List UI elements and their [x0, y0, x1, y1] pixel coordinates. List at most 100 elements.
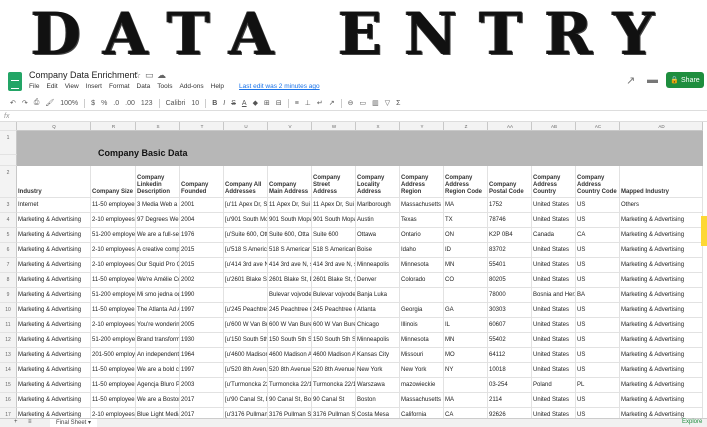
menu-data[interactable]: Data [137, 83, 151, 90]
table-cell[interactable]: Boston [356, 393, 400, 408]
table-cell[interactable]: Marlborough [356, 198, 400, 213]
table-cell[interactable]: 2015 [180, 258, 224, 273]
table-cell[interactable]: PL [576, 378, 620, 393]
menu-file[interactable]: File [29, 83, 39, 90]
increase-decimal-button[interactable]: .00 [125, 100, 135, 107]
table-cell[interactable]: K2P 0B4 [488, 228, 532, 243]
redo-icon[interactable]: ↷ [22, 99, 28, 107]
table-cell[interactable]: The Atlanta Ad A [136, 303, 180, 318]
functions-icon[interactable]: Σ [396, 100, 400, 107]
column-letter[interactable]: U [224, 122, 268, 131]
table-cell[interactable]: Chicago [356, 318, 400, 333]
table-cell[interactable]: We are a Boston [136, 393, 180, 408]
table-cell[interactable]: 2001 [180, 198, 224, 213]
table-cell[interactable]: US [576, 318, 620, 333]
table-cell[interactable] [224, 131, 268, 155]
table-cell[interactable] [268, 131, 312, 155]
table-cell[interactable]: 90 Canal St [312, 393, 356, 408]
table-cell[interactable]: 1930 [180, 333, 224, 348]
table-cell[interactable]: Boise [356, 243, 400, 258]
table-cell[interactable]: US [576, 198, 620, 213]
table-cell[interactable]: United States [532, 273, 576, 288]
table-cell[interactable]: 1976 [180, 228, 224, 243]
table-cell[interactable]: Bulevar vojvode [312, 288, 356, 303]
table-cell[interactable]: 11-50 employees [91, 378, 136, 393]
column-header-cell[interactable]: Mapped Industry [620, 166, 703, 198]
table-cell[interactable]: 11 Apex Dr, Sui [268, 198, 312, 213]
italic-button[interactable]: I [223, 100, 225, 107]
table-cell[interactable]: 2601 Blake St, S [312, 273, 356, 288]
table-cell[interactable]: MO [444, 348, 488, 363]
table-cell[interactable] [400, 155, 444, 166]
table-cell[interactable]: [u'414 3rd ave N [224, 258, 268, 273]
table-cell[interactable]: [u'600 W Van Bu [224, 318, 268, 333]
table-cell[interactable]: [u'150 South 5th [224, 333, 268, 348]
font-select[interactable]: Calibri [166, 100, 186, 107]
row-number[interactable]: 14 [0, 363, 17, 378]
table-cell[interactable] [488, 131, 532, 155]
table-cell[interactable]: 2002 [180, 273, 224, 288]
undo-icon[interactable]: ↶ [10, 99, 16, 107]
percent-button[interactable]: % [101, 100, 107, 107]
horizontal-align-icon[interactable]: ≡ [295, 100, 299, 107]
table-cell[interactable]: 245 Peachtree C [268, 303, 312, 318]
column-header-cell[interactable]: Company Street Address [312, 166, 356, 198]
table-cell[interactable]: ON [444, 228, 488, 243]
column-header-cell[interactable]: Company Address Country [532, 166, 576, 198]
table-cell[interactable]: Turmoncka 22/1 [312, 378, 356, 393]
table-cell[interactable]: Marketing & Advertising [620, 273, 703, 288]
last-edit-link[interactable]: Last edit was 2 minutes ago [239, 83, 320, 90]
table-cell[interactable]: 11 Apex Dr, Sui [312, 198, 356, 213]
table-cell[interactable]: 10018 [488, 363, 532, 378]
table-cell[interactable] [224, 155, 268, 166]
sheets-logo-icon[interactable] [8, 72, 22, 91]
table-cell[interactable]: [u'Turmoncka 22 [224, 378, 268, 393]
table-cell[interactable]: [u'518 S Americ [224, 243, 268, 258]
table-cell[interactable]: Texas [400, 213, 444, 228]
table-cell[interactable]: Austin [356, 213, 400, 228]
table-cell[interactable]: US [576, 333, 620, 348]
table-cell[interactable]: United States [532, 198, 576, 213]
table-cell[interactable]: 30303 [488, 303, 532, 318]
table-cell[interactable]: MA [444, 198, 488, 213]
table-cell[interactable]: 901 South Mopa [268, 213, 312, 228]
column-letter[interactable]: X [356, 122, 400, 131]
row-number[interactable]: 6 [0, 243, 17, 258]
table-cell[interactable]: 83702 [488, 243, 532, 258]
menu-view[interactable]: View [65, 83, 79, 90]
table-cell[interactable]: 51-200 employee [91, 228, 136, 243]
table-cell[interactable]: Minnesota [400, 333, 444, 348]
table-cell[interactable]: IL [444, 318, 488, 333]
row-number[interactable]: 11 [0, 318, 17, 333]
table-cell[interactable] [488, 155, 532, 166]
column-letter[interactable]: AC [576, 122, 620, 131]
table-cell[interactable]: mazowieckie [400, 378, 444, 393]
table-cell[interactable]: Agencja Bluro P [136, 378, 180, 393]
table-cell[interactable]: 1964 [180, 348, 224, 363]
table-cell[interactable]: 4600 Madison A [268, 348, 312, 363]
table-cell[interactable]: 55402 [488, 333, 532, 348]
table-cell[interactable]: CO [444, 273, 488, 288]
table-cell[interactable]: 80205 [488, 273, 532, 288]
document-title[interactable]: Company Data Enrichment [29, 70, 137, 80]
table-cell[interactable]: US [576, 393, 620, 408]
table-cell[interactable]: 2-10 employees [91, 243, 136, 258]
table-cell[interactable]: 55401 [488, 258, 532, 273]
row-number[interactable]: 9 [0, 288, 17, 303]
table-cell[interactable]: 90 Canal St, Bos [268, 393, 312, 408]
formula-bar[interactable]: fx [0, 110, 707, 122]
table-cell[interactable]: CA [576, 228, 620, 243]
table-cell[interactable] [268, 155, 312, 166]
table-cell[interactable]: Canada [532, 228, 576, 243]
table-cell[interactable]: Illinois [400, 318, 444, 333]
table-cell[interactable]: We are a full-se [136, 228, 180, 243]
row-number[interactable]: 2 [0, 166, 17, 198]
table-cell[interactable]: Idaho [400, 243, 444, 258]
table-cell[interactable]: Marketing & Advertising [620, 288, 703, 303]
cloud-icon[interactable]: ☁ [157, 70, 166, 81]
table-cell[interactable]: Marketing & Advertising [17, 228, 91, 243]
table-cell[interactable]: 2003 [180, 378, 224, 393]
table-cell[interactable]: Marketing & Advertising [17, 393, 91, 408]
table-cell[interactable] [444, 378, 488, 393]
menu-edit[interactable]: Edit [46, 83, 57, 90]
